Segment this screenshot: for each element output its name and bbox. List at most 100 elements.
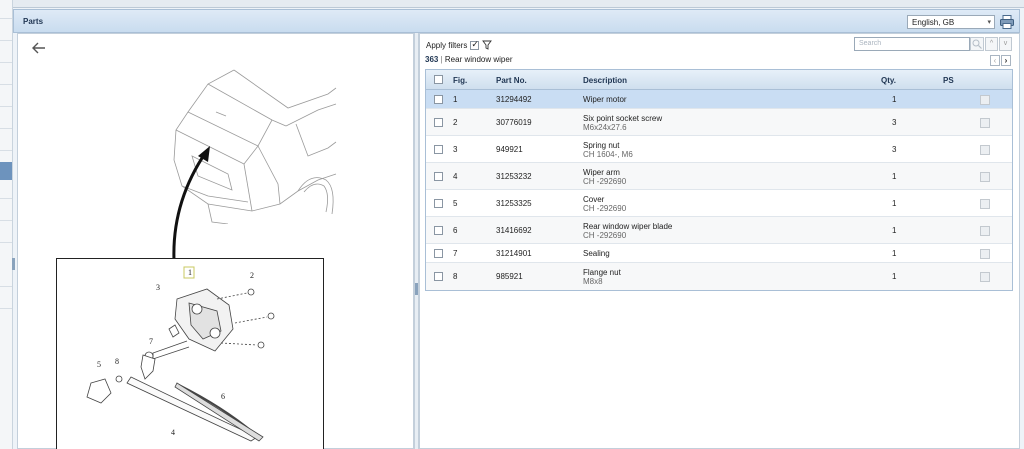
nav-divider — [0, 242, 12, 243]
row-checkbox[interactable] — [434, 95, 443, 104]
callout-8[interactable]: 8 — [115, 357, 119, 366]
row-description-main: Flange nut — [583, 268, 621, 277]
select-all-checkbox[interactable] — [434, 75, 443, 84]
prev-page-button[interactable]: ‹ — [990, 55, 1000, 66]
page-title: Parts — [23, 17, 44, 26]
row-fig: 6 — [453, 226, 458, 235]
row-description: Sealing — [583, 249, 610, 258]
row-checkbox[interactable] — [434, 172, 443, 181]
back-arrow-icon[interactable] — [32, 42, 46, 54]
callout-4[interactable]: 4 — [171, 428, 175, 437]
col-ps[interactable]: PS — [943, 76, 954, 85]
search-input[interactable]: Search — [854, 37, 970, 51]
row-part-no: 31416692 — [496, 226, 532, 235]
note-icon[interactable] — [980, 226, 990, 236]
group-name: Rear window wiper — [444, 55, 513, 64]
note-icon[interactable] — [980, 95, 990, 105]
row-part-no: 31253232 — [496, 172, 532, 181]
row-part-no: 31294492 — [496, 95, 532, 104]
row-description-detail: CH 1604-, M6 — [583, 150, 633, 159]
table-row[interactable]: 3 949921 Spring nut CH 1604-, M6 3 — [426, 136, 1012, 163]
splitter-grip[interactable] — [415, 283, 418, 295]
row-checkbox[interactable] — [434, 272, 443, 281]
row-checkbox[interactable] — [434, 145, 443, 154]
group-heading: 363 | Rear window wiper — [425, 55, 513, 64]
row-fig: 7 — [453, 249, 458, 258]
nav-divider — [0, 150, 12, 151]
illustration-panel: 1 2 3 4 5 6 7 8 — [17, 33, 414, 449]
apply-filters-checkbox[interactable] — [470, 39, 480, 50]
note-icon[interactable] — [980, 118, 990, 128]
group-number: 363 — [425, 55, 439, 64]
nav-divider — [0, 18, 12, 19]
left-collapse-handle[interactable] — [12, 258, 15, 270]
callout-6[interactable]: 6 — [221, 392, 225, 401]
row-description-main: Wiper arm — [583, 168, 620, 177]
chevron-down-icon: ▾ — [987, 19, 991, 26]
search-button[interactable] — [970, 37, 984, 51]
row-fig: 1 — [453, 95, 458, 104]
row-checkbox[interactable] — [434, 249, 443, 258]
chevron-up-icon: ^ — [989, 40, 994, 47]
nav-divider — [0, 286, 12, 287]
nav-selected-item[interactable] — [0, 162, 12, 180]
nav-divider — [0, 106, 12, 107]
note-icon[interactable] — [980, 249, 990, 259]
language-value: English, GB — [912, 18, 955, 27]
row-part-no: 31253325 — [496, 199, 532, 208]
callout-5[interactable]: 5 — [97, 360, 101, 369]
next-result-button[interactable]: v — [999, 37, 1012, 51]
row-checkbox[interactable] — [434, 199, 443, 208]
nav-divider — [0, 40, 12, 41]
printer-icon[interactable] — [999, 14, 1015, 30]
left-nav-strip — [0, 0, 13, 449]
search-placeholder: Search — [859, 40, 882, 47]
row-description: Spring nut CH 1604-, M6 — [583, 141, 633, 159]
row-fig: 3 — [453, 145, 458, 154]
row-checkbox[interactable] — [434, 118, 443, 127]
table-header: Fig. Part No. Description Qty. PS — [426, 70, 1012, 90]
row-part-no: 985921 — [496, 272, 523, 281]
row-fig: 5 — [453, 199, 458, 208]
col-fig[interactable]: Fig. — [453, 76, 467, 85]
row-checkbox[interactable] — [434, 226, 443, 235]
prev-result-button[interactable]: ^ — [985, 37, 998, 51]
nav-divider — [0, 220, 12, 221]
callout-1[interactable]: 1 — [188, 268, 192, 277]
row-description-detail: CH -292690 — [583, 204, 627, 213]
note-icon[interactable] — [980, 199, 990, 209]
next-page-button[interactable]: › — [1001, 55, 1011, 66]
row-description-main: Wiper motor — [583, 95, 627, 104]
parts-list-panel: Apply filters Search ^ v 363 | Rear wind… — [419, 33, 1020, 449]
row-description-main: Rear window wiper blade — [583, 222, 673, 231]
language-select[interactable]: English, GB ▾ — [907, 15, 995, 29]
table-row[interactable]: 8 985921 Flange nut M8x8 1 — [426, 263, 1012, 290]
nav-divider — [0, 308, 12, 309]
table-row[interactable]: 2 30776019 Six point socket screw M6x24x27.… — [426, 109, 1012, 136]
callout-3[interactable]: 3 — [156, 283, 160, 292]
callout-arrow — [172, 146, 210, 261]
note-icon[interactable] — [980, 145, 990, 155]
note-icon[interactable] — [980, 272, 990, 282]
col-part-no[interactable]: Part No. — [496, 76, 527, 85]
col-description[interactable]: Description — [583, 76, 627, 85]
filter-icon[interactable] — [482, 40, 493, 50]
table-row[interactable]: 7 31214901 Sealing 1 — [426, 244, 1012, 263]
table-row[interactable]: 1 31294492 Wiper motor 1 — [426, 90, 1012, 109]
col-qty[interactable]: Qty. — [881, 76, 896, 85]
row-description: Wiper motor — [583, 95, 627, 104]
callout-7[interactable]: 7 — [149, 337, 153, 346]
row-description-main: Sealing — [583, 249, 610, 258]
row-description: Rear window wiper blade CH -292690 — [583, 222, 672, 240]
row-description-detail: M6x24x27.6 — [583, 123, 627, 132]
callout-2[interactable]: 2 — [250, 271, 254, 280]
row-description-main: Six point socket screw — [583, 114, 663, 123]
row-description-main: Cover — [583, 195, 605, 204]
note-icon[interactable] — [980, 172, 990, 182]
table-row[interactable]: 4 31253232 Wiper arm CH -292690 1 — [426, 163, 1012, 190]
table-row[interactable]: 6 31416692 Rear window wiper blade CH -2926… — [426, 217, 1012, 244]
table-row[interactable]: 5 31253325 Cover CH -292690 1 — [426, 190, 1012, 217]
row-qty: 1 — [892, 226, 897, 235]
row-description: Wiper arm CH -292690 — [583, 168, 626, 186]
row-qty: 1 — [892, 249, 897, 258]
